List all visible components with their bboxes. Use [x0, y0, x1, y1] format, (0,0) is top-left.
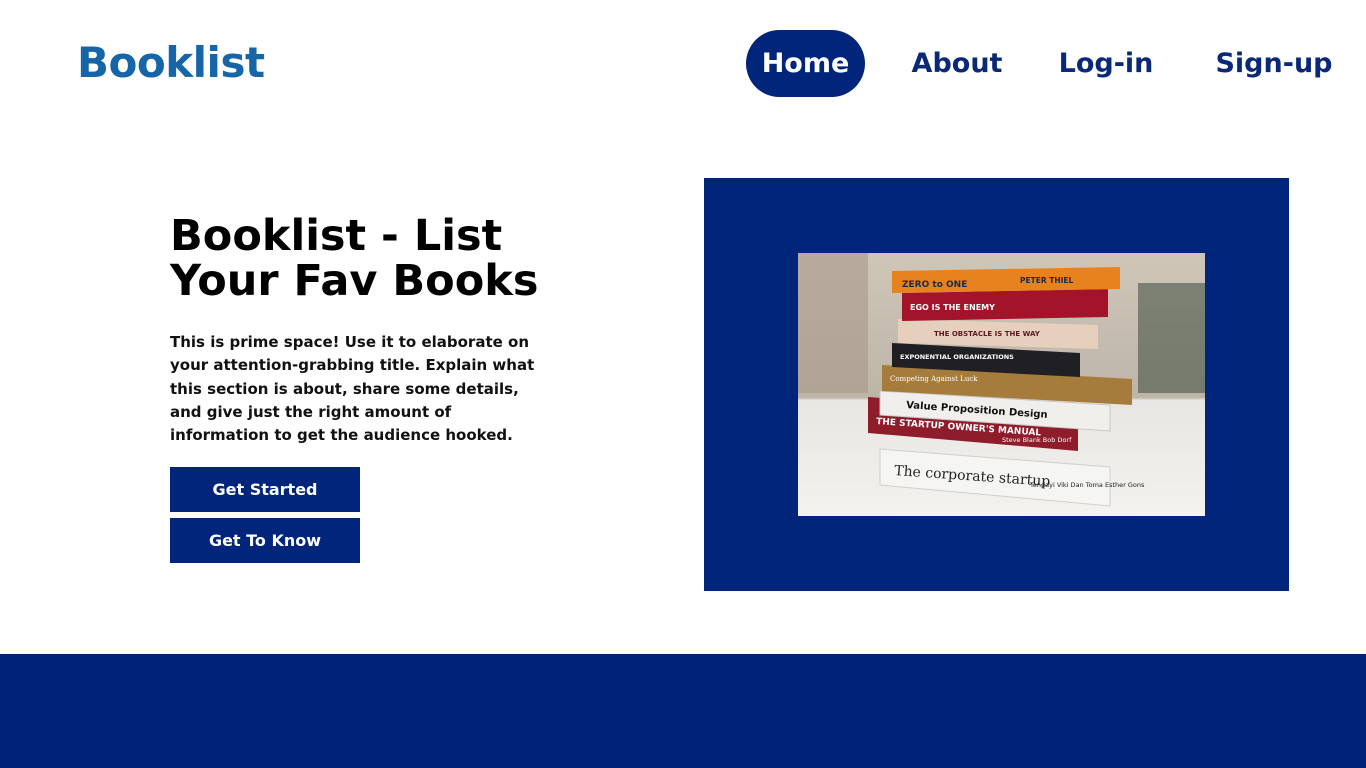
hero-title: Booklist - List Your Fav Books	[170, 214, 590, 304]
get-to-know-button[interactable]: Get To Know	[170, 518, 360, 563]
hero-title-line-2: Your Fav Books	[170, 256, 539, 306]
book-spine: ZERO to ONE PETER THIEL	[892, 267, 1120, 293]
blur-left	[798, 253, 868, 393]
hero-title-line-1: Booklist - List	[170, 211, 503, 261]
footer-band	[0, 654, 1366, 768]
svg-text:EGO IS THE ENEMY: EGO IS THE ENEMY	[910, 303, 995, 312]
svg-text:EXPONENTIAL ORGANIZATIONS: EXPONENTIAL ORGANIZATIONS	[900, 353, 1014, 361]
nav-signup[interactable]: Sign-up	[1213, 30, 1335, 97]
svg-text:PETER THIEL: PETER THIEL	[1020, 276, 1074, 285]
svg-text:THE OBSTACLE IS THE WAY: THE OBSTACLE IS THE WAY	[934, 330, 1041, 338]
nav-about[interactable]: About	[905, 30, 1009, 97]
svg-text:ZERO to ONE: ZERO to ONE	[902, 280, 967, 290]
blur-right	[1138, 283, 1205, 393]
books-photo: The corporate startup Tendayi Viki Dan T…	[798, 253, 1205, 516]
nav-login[interactable]: Log-in	[1054, 30, 1158, 97]
svg-text:Tendayi Viki Dan Toma Esther G: Tendayi Viki Dan Toma Esther Gons	[1029, 481, 1145, 489]
get-started-button[interactable]: Get Started	[170, 467, 360, 512]
svg-text:Steve Blank Bob Dorf: Steve Blank Bob Dorf	[1002, 436, 1072, 444]
nav-home[interactable]: Home	[746, 30, 865, 97]
book-spine: EGO IS THE ENEMY	[902, 289, 1108, 321]
image-panel: The corporate startup Tendayi Viki Dan T…	[704, 178, 1289, 591]
main-nav: Home About Log-in Sign-up	[0, 30, 1366, 97]
hero-description: This is prime space! Use it to elaborate…	[170, 333, 535, 445]
svg-text:Competing Against Luck: Competing Against Luck	[890, 375, 978, 383]
book-stack-illustration: The corporate startup Tendayi Viki Dan T…	[798, 253, 1205, 516]
